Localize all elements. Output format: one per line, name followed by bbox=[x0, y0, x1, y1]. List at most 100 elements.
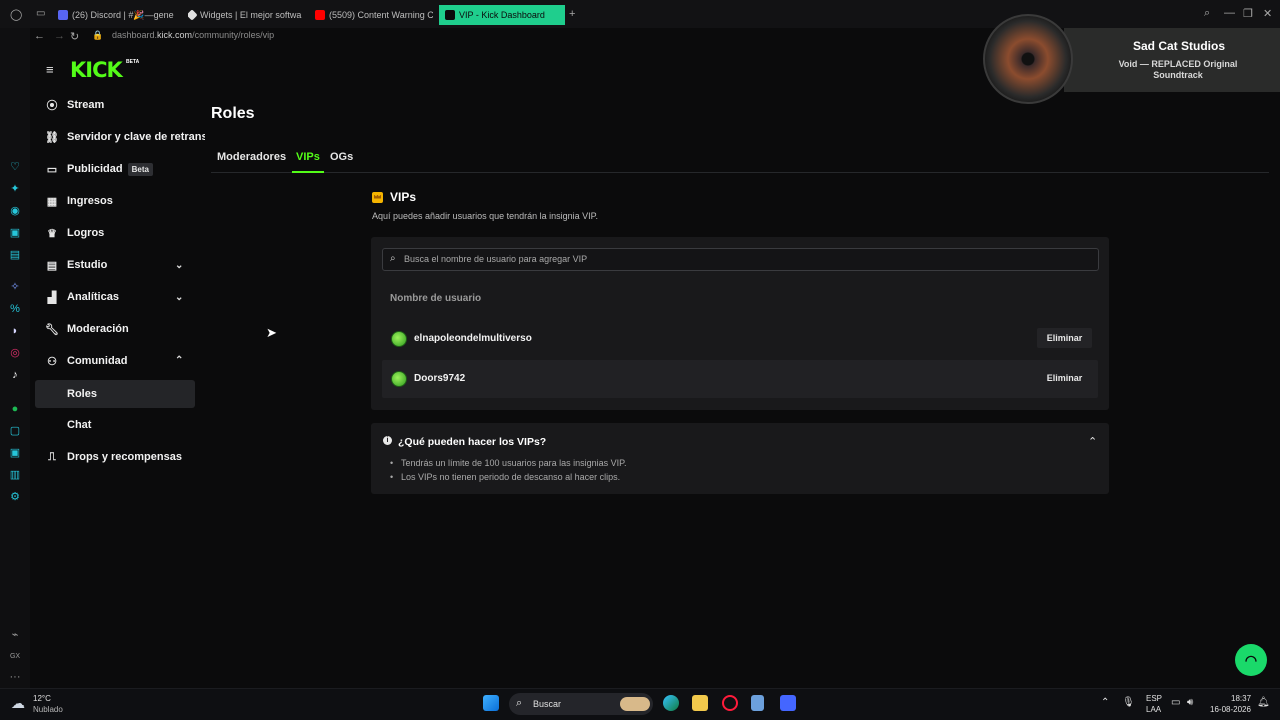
crown-icon bbox=[372, 191, 383, 203]
nav-label: Analíticas bbox=[67, 291, 119, 303]
nav-label-wrap: Publicidad Beta bbox=[67, 163, 153, 176]
clock-time[interactable]: 18:37 bbox=[1231, 694, 1251, 703]
remove-vip-button[interactable]: Eliminar bbox=[1037, 328, 1092, 348]
snapshot-icon[interactable]: ▣ bbox=[8, 446, 22, 460]
ai-icon[interactable]: ✧ bbox=[8, 280, 22, 294]
nav-label: Drops y recompensas bbox=[67, 451, 182, 463]
tab-menu-icon[interactable]: ▭ bbox=[36, 8, 45, 19]
discord-icon[interactable]: ◗ bbox=[8, 324, 22, 338]
tab-youtube[interactable]: (5509) Content Warning C bbox=[315, 5, 433, 25]
hamburger-menu-icon[interactable]: ≡ bbox=[46, 62, 54, 77]
gx-icon[interactable]: GX bbox=[8, 650, 22, 664]
nav-item-roles[interactable]: Roles bbox=[35, 380, 195, 408]
username[interactable]: elnapoleondelmultiverso bbox=[414, 333, 532, 344]
gx-corner-icon[interactable]: ⌁ bbox=[8, 628, 22, 642]
tab-vips[interactable]: VIPs bbox=[296, 151, 320, 163]
wallet-icon[interactable]: ▥ bbox=[8, 468, 22, 482]
faq-item-text: Tendrás un límite de 100 usuarios para l… bbox=[401, 458, 627, 468]
nav-item-drops[interactable]: ⎍ Drops y recompensas bbox=[35, 443, 195, 471]
notepad-icon[interactable] bbox=[751, 695, 764, 711]
nav-item-stream[interactable]: ⦿ Stream bbox=[35, 91, 195, 119]
flow-icon[interactable]: ✦ bbox=[8, 182, 22, 196]
opera-logo-icon[interactable]: ◯ bbox=[10, 8, 22, 21]
table-row: Doors9742 Eliminar bbox=[382, 360, 1098, 398]
network-icon[interactable]: ▭ bbox=[1171, 697, 1180, 708]
gift-icon[interactable]: ▤ bbox=[8, 248, 22, 262]
back-icon[interactable]: ← bbox=[34, 30, 45, 42]
chevron-up-icon[interactable]: ⌃ bbox=[1088, 435, 1097, 448]
tab-discord[interactable]: (26) Discord | #🎉—gene bbox=[58, 5, 176, 25]
opera-gx-icon[interactable] bbox=[722, 695, 738, 711]
url-field[interactable]: dashboard.kick.com/community/roles/vip bbox=[112, 30, 274, 40]
cloud-icon: ☁ bbox=[11, 695, 25, 711]
grid-icon: ▦ bbox=[46, 195, 58, 208]
chevron-down-icon: ⌄ bbox=[175, 259, 184, 271]
nav-item-publicidad[interactable]: ▭ Publicidad Beta bbox=[35, 155, 195, 183]
new-tab-icon[interactable]: + bbox=[569, 8, 575, 20]
file-explorer-icon[interactable] bbox=[692, 695, 708, 711]
search-placeholder: Busca el nombre de usuario para agregar … bbox=[404, 254, 588, 264]
trophy-icon: ♛ bbox=[47, 227, 57, 240]
close-icon[interactable]: ✕ bbox=[1263, 7, 1272, 20]
player-icon[interactable]: ▢ bbox=[8, 424, 22, 438]
tab-ogs[interactable]: OGs bbox=[330, 151, 353, 163]
remove-vip-button[interactable]: Eliminar bbox=[1037, 368, 1092, 388]
music-song-title: Void — REPLACED Original Soundtrack bbox=[1118, 59, 1238, 80]
language-2[interactable]: LAA bbox=[1146, 705, 1161, 714]
nav-item-chat[interactable]: Chat bbox=[35, 411, 195, 439]
widgets-favicon-icon bbox=[188, 9, 198, 21]
ad-icon: ▭ bbox=[46, 163, 58, 176]
edge-icon[interactable] bbox=[663, 695, 679, 711]
nav-item-server-key[interactable]: ⛓ Servidor y clave de retrans bbox=[35, 123, 205, 151]
weather-desc[interactable]: Nublado bbox=[33, 705, 63, 714]
volume-icon[interactable]: 🔊︎ bbox=[1187, 697, 1193, 708]
nav-label: Moderación bbox=[67, 323, 129, 335]
faq-title[interactable]: ¿Qué pueden hacer los VIPs? bbox=[398, 436, 546, 448]
app-icon[interactable] bbox=[780, 695, 796, 711]
nav-label: Roles bbox=[67, 388, 97, 400]
microphone-icon[interactable]: 🎙︎ bbox=[1122, 697, 1135, 708]
maximize-icon[interactable]: ❐ bbox=[1243, 7, 1253, 20]
windows-start-icon[interactable] bbox=[483, 695, 499, 711]
kick-logo[interactable]: KICK bbox=[70, 58, 123, 82]
tab-kick-active[interactable]: VIP - Kick Dashboard bbox=[439, 5, 565, 25]
nav-label: Logros bbox=[67, 227, 105, 239]
eye-icon[interactable]: ◉ bbox=[8, 204, 22, 218]
weather-temp[interactable]: 12°C bbox=[33, 694, 51, 703]
nav-item-logros[interactable]: ♛ Logros bbox=[35, 219, 195, 247]
community-icon: ⚇ bbox=[47, 355, 57, 368]
tab-widgets[interactable]: Widgets | El mejor softwa bbox=[188, 5, 306, 25]
nav-item-ingresos[interactable]: ▦ Ingresos bbox=[35, 187, 195, 215]
nav-item-analiticas[interactable]: ▟ Analíticas ⌄ bbox=[35, 283, 195, 311]
nav-item-estudio[interactable]: ▤ Estudio ⌄ bbox=[35, 251, 195, 279]
support-chat-icon[interactable]: ◠ bbox=[1235, 644, 1267, 676]
beta-mark: BETA bbox=[126, 59, 140, 65]
clock-date[interactable]: 16-08-2026 bbox=[1210, 705, 1251, 714]
percent-icon[interactable]: % bbox=[8, 302, 22, 316]
faq-item: Tendrás un límite de 100 usuarios para l… bbox=[390, 458, 626, 468]
chevron-up-icon[interactable]: ⌃ bbox=[1101, 697, 1109, 708]
minimize-icon[interactable]: — bbox=[1224, 7, 1235, 19]
tab-moderadores[interactable]: Moderadores bbox=[217, 151, 286, 163]
nav-item-comunidad[interactable]: ⚇ Comunidad ⌃ bbox=[35, 347, 195, 375]
tiktok-icon[interactable]: ♪ bbox=[8, 368, 22, 382]
language-1[interactable]: ESP bbox=[1146, 694, 1162, 703]
reload-icon[interactable]: ↻ bbox=[70, 30, 79, 43]
chevron-up-icon: ⌃ bbox=[175, 355, 184, 366]
search-tabs-icon[interactable]: ⌕ bbox=[1204, 7, 1210, 20]
spotify-icon[interactable]: ● bbox=[8, 402, 22, 416]
forward-icon[interactable]: → bbox=[54, 30, 65, 42]
tabs-divider bbox=[211, 172, 1269, 173]
notification-icon[interactable]: 🔔︎ bbox=[1257, 697, 1270, 708]
search-icon: ⌕ bbox=[516, 697, 523, 709]
heart-rate-icon[interactable]: ♡ bbox=[8, 160, 22, 174]
nav-item-moderacion[interactable]: 🔧︎ Moderación bbox=[35, 315, 195, 343]
chat-icon[interactable]: ▣ bbox=[8, 226, 22, 240]
username[interactable]: Doors9742 bbox=[414, 373, 465, 384]
lock-icon: 🔒 bbox=[92, 30, 104, 40]
chart-icon: ▟ bbox=[47, 291, 57, 304]
settings-icon[interactable]: ⚙ bbox=[8, 490, 22, 504]
instagram-icon[interactable]: ◎ bbox=[8, 346, 22, 360]
more-icon[interactable]: ··· bbox=[8, 670, 22, 684]
beta-badge: Beta bbox=[127, 163, 153, 176]
